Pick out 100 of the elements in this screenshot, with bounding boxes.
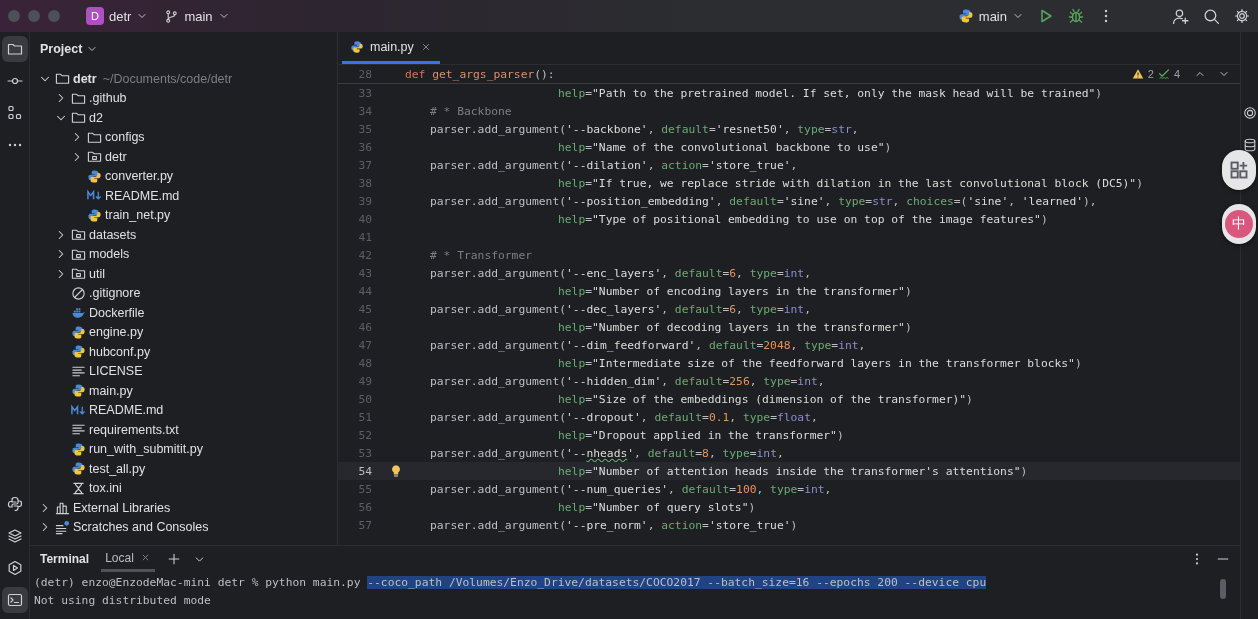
terminal-tab[interactable]: Local	[101, 546, 155, 572]
tree-item[interactable]: requirements.txt	[89, 422, 179, 437]
tree-item[interactable]: run_with_submitit.py	[89, 442, 203, 457]
code-line: # * Transformer	[429, 248, 534, 262]
code-line: help="If true, we replace stride with dilation in the last convolutional block (DC5)")	[557, 176, 1144, 190]
python-icon[interactable]	[957, 8, 974, 24]
line-number: 34	[357, 104, 372, 118]
path-hint: ~/Documents/code/detr	[102, 71, 233, 86]
code-line: help="Number of attention heads inside the transformer's attentions")	[557, 464, 1029, 478]
python-icon	[71, 324, 86, 340]
line-number: 57	[357, 518, 372, 532]
line-number: 52	[357, 428, 372, 442]
tree-item[interactable]: External Libraries	[73, 500, 171, 515]
code-line: help="Number of decoding layers in the transformer")	[557, 320, 913, 334]
services-icon	[6, 560, 23, 576]
run-icon[interactable]	[1038, 8, 1054, 24]
code-line: help="Number of encoding layers in the transformer")	[557, 284, 913, 298]
line-number: 56	[357, 500, 372, 514]
tree-item[interactable]: main.py	[89, 383, 133, 398]
panel-title[interactable]: Terminal	[40, 552, 90, 566]
ring-icon[interactable]	[1242, 106, 1257, 120]
python-icon	[71, 461, 86, 477]
tree-item[interactable]: README.md	[89, 403, 164, 418]
apps-add-icon	[1229, 160, 1249, 180]
line-number: 37	[357, 158, 372, 172]
tree-item[interactable]: train_net.py	[105, 208, 171, 223]
code-line: parser.add_argument('--dropout', default=0.1, type=float,	[429, 410, 819, 424]
code-line: parser.add_argument('--pre_norm', action='store_true')	[429, 518, 799, 532]
folder-icon	[55, 71, 70, 87]
search-icon[interactable]	[1203, 7, 1220, 25]
add-user-icon[interactable]	[1172, 7, 1189, 25]
project-name[interactable]: detr	[109, 8, 132, 24]
python-icon	[87, 207, 102, 223]
tree-item[interactable]: d2	[89, 110, 103, 125]
tree-item[interactable]: util	[89, 266, 105, 281]
line-number: 44	[357, 284, 372, 298]
whale-icon	[71, 305, 86, 321]
folder-tool-button[interactable]	[1, 36, 28, 62]
check-icon[interactable]	[1157, 68, 1170, 80]
code-line: help="Path to the pretrained model. If set, only the mask head will be trained")	[557, 86, 1104, 100]
code-line: help="Size of the embeddings (dimension of the transformer)")	[557, 392, 974, 406]
run-configuration[interactable]: main	[978, 8, 1007, 24]
branch-name[interactable]: main	[184, 8, 213, 24]
line-number: 43	[357, 266, 372, 280]
tree-item[interactable]: Dockerfile	[89, 305, 145, 320]
terminal-tool-button[interactable]	[1, 587, 28, 613]
line-number: 53	[357, 446, 372, 460]
tree-item[interactable]: engine.py	[89, 325, 144, 340]
python-icon	[87, 168, 102, 184]
hourglass-icon	[71, 480, 86, 496]
line-number: 49	[357, 374, 372, 388]
branch-icon[interactable]	[164, 8, 180, 24]
python-icon	[71, 441, 86, 457]
editor-tab[interactable]: main.py	[342, 32, 440, 64]
line-number: 45	[357, 302, 372, 316]
code-line: parser.add_argument('--num_queries', default=100, type=int,	[429, 482, 833, 496]
tree-item[interactable]: LICENSE	[89, 364, 143, 379]
tree-item[interactable]: models	[89, 247, 130, 262]
bug-icon[interactable]	[1068, 8, 1084, 24]
tree-item[interactable]: converter.py	[105, 169, 174, 184]
tree-item[interactable]: README.md	[105, 188, 180, 203]
code-line: def get_args_parser():	[405, 67, 555, 81]
database-icon[interactable]	[1242, 138, 1257, 152]
warning-count[interactable]: 2	[1147, 68, 1154, 80]
code-line: parser.add_argument('--dilation', action='store_true',	[429, 158, 799, 172]
line-number: 42	[357, 248, 372, 262]
tree-item[interactable]: detr	[105, 149, 127, 164]
scrollbar-thumb[interactable]	[1220, 579, 1226, 599]
code-line: help="Intermediate size of the feedforward layers in the transformer blocks")	[557, 356, 1083, 370]
line-number: 36	[357, 140, 372, 154]
tree-item[interactable]: hubconf.py	[89, 344, 151, 359]
package-folder-icon	[71, 266, 86, 282]
line-number: 46	[357, 320, 372, 334]
lightbulb-icon[interactable]	[389, 464, 403, 478]
tree-item[interactable]: test_all.py	[89, 461, 146, 476]
panel-title[interactable]: Project	[40, 42, 83, 56]
line-number: 47	[357, 338, 372, 352]
tree-item[interactable]: .github	[89, 91, 127, 106]
tree-item[interactable]: tox.ini	[89, 481, 122, 496]
tree-item[interactable]: detr	[73, 71, 97, 86]
plus-icon[interactable]	[166, 552, 181, 566]
tree-item[interactable]: configs	[105, 130, 145, 145]
code-line: # * Backbone	[429, 104, 513, 118]
line-number: 41	[357, 230, 372, 244]
tree-item[interactable]: Scratches and Consoles	[73, 520, 209, 535]
code-line: help="Number of query slots")	[557, 500, 757, 514]
library-icon	[55, 500, 70, 516]
scratches-icon	[55, 519, 70, 535]
python-icon	[350, 39, 364, 54]
terminal-line: (detr) enzo@EnzodeMac-mini detr % python main.py --coco_path /Volumes/Enzo_Drive/datasets/COCO2017 --batch_size=16 --epochs 200 --device cpu	[34, 575, 988, 591]
settings-icon[interactable]	[1234, 8, 1250, 24]
code-line: parser.add_argument('--dec_layers', default=6, type=int,	[429, 302, 812, 316]
project-badge: D	[86, 7, 104, 25]
ignore-file-icon	[71, 285, 86, 301]
tree-item[interactable]: datasets	[89, 227, 137, 242]
warning-icon[interactable]	[1131, 68, 1144, 80]
tree-item[interactable]: .gitignore	[89, 286, 141, 301]
code-line: parser.add_argument('--position_embedding', default='sine', type=str, choices=('sine', 'learned'),	[429, 194, 1098, 208]
code-line: help="Name of the convolutional backbone to use")	[557, 140, 893, 154]
check-count[interactable]: 4	[1173, 68, 1180, 80]
